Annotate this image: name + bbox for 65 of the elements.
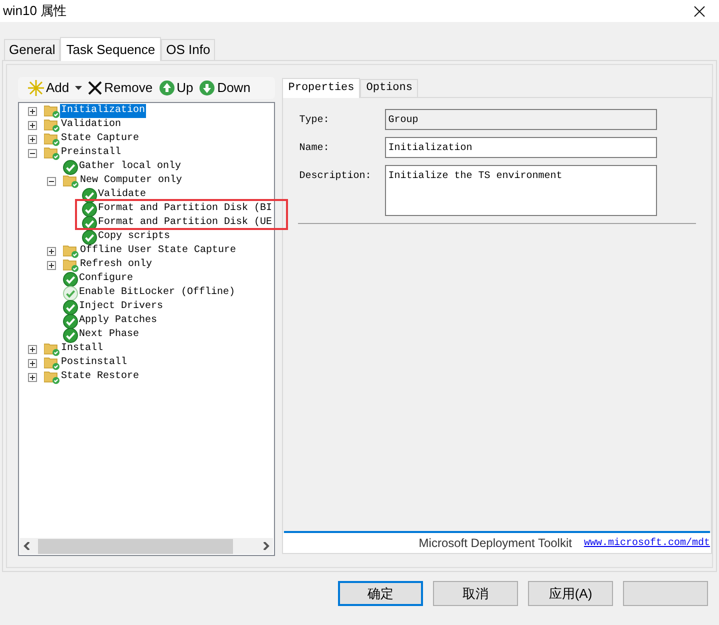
tree-item[interactable]: Preinstall	[60, 146, 122, 160]
toolbar-button[interactable]: Up	[158, 78, 194, 98]
tab[interactable]: General	[4, 39, 60, 60]
tree-item[interactable]: Validation	[60, 118, 122, 132]
folder-icon	[63, 174, 79, 188]
tree-item[interactable]: Postinstall	[60, 356, 128, 370]
toolbar-button[interactable]: Remove	[88, 78, 153, 98]
tree-item[interactable]: New Computer only	[79, 174, 184, 188]
folder-icon	[44, 370, 60, 384]
dialog-button[interactable]: 取消	[433, 581, 518, 606]
dialog-button[interactable]: 确定	[338, 581, 423, 606]
dialog-button[interactable]: 应用(A)	[528, 581, 613, 606]
collapse-icon[interactable]	[28, 148, 37, 158]
window-title: win10 属性	[3, 2, 67, 20]
folder-icon	[44, 342, 60, 356]
sparkle-icon	[28, 80, 44, 96]
collapse-icon[interactable]	[47, 176, 56, 186]
tree-item[interactable]: State Restore	[60, 370, 140, 384]
text-area[interactable]: Initialize the TS environment	[385, 165, 658, 216]
expand-icon[interactable]	[47, 246, 56, 256]
caret-icon	[75, 86, 82, 90]
folder-icon	[44, 146, 60, 160]
tree-item[interactable]: Format and Partition Disk (UE	[97, 216, 274, 230]
tree-item[interactable]: Inject Drivers	[78, 300, 164, 314]
expand-icon[interactable]	[28, 106, 37, 116]
tree-item[interactable]: Refresh only	[79, 258, 154, 272]
expand-icon[interactable]	[28, 358, 37, 368]
tree-item[interactable]: State Capture	[60, 132, 140, 146]
folder-icon	[44, 118, 60, 132]
scroll-right-icon[interactable]	[262, 542, 270, 550]
folder-icon	[44, 132, 60, 146]
tree-item[interactable]: Initialization	[60, 104, 146, 118]
toolbar-button[interactable]: Down	[199, 78, 250, 98]
tree-item[interactable]: Next Phase	[78, 328, 140, 342]
expand-icon[interactable]	[28, 372, 37, 382]
field-label: Type:	[299, 114, 330, 128]
expand-icon[interactable]	[28, 134, 37, 144]
expand-icon[interactable]	[47, 260, 56, 270]
folder-icon	[44, 356, 60, 370]
tree-item[interactable]: Install	[60, 342, 104, 356]
close-icon[interactable]	[694, 6, 705, 16]
expand-icon[interactable]	[28, 120, 37, 130]
expand-icon[interactable]	[28, 344, 37, 354]
footer-text: Microsoft Deployment Toolkit	[418, 535, 572, 552]
tab[interactable]: Properties	[282, 78, 360, 98]
field-label: Name:	[299, 142, 330, 156]
tree-item[interactable]: Configure	[78, 272, 134, 286]
website-link[interactable]: www.microsoft.com/mdt	[584, 536, 710, 550]
toolbar-button[interactable]: Add	[28, 78, 82, 98]
folder-icon	[63, 258, 79, 272]
horizontal-scrollbar[interactable]	[20, 538, 274, 554]
tree-item[interactable]: Offline User State Capture	[79, 244, 238, 258]
tree-item[interactable]: Format and Partition Disk (BI	[97, 202, 274, 216]
tree-item[interactable]: Copy scripts	[97, 230, 172, 244]
scroll-left-icon[interactable]	[23, 542, 31, 550]
tree-item[interactable]: Gather local only	[78, 160, 182, 174]
tab[interactable]: OS Info	[161, 39, 216, 60]
tree-item[interactable]: Apply Patches	[78, 314, 158, 328]
folder-icon	[63, 244, 79, 258]
field-label: Description:	[299, 170, 372, 184]
tab[interactable]: Task Sequence	[60, 37, 162, 61]
text-field[interactable]: Initialization	[385, 137, 658, 158]
tree-item[interactable]: Validate	[97, 188, 148, 202]
close-icon	[88, 81, 102, 95]
tab[interactable]: Options	[360, 79, 418, 97]
